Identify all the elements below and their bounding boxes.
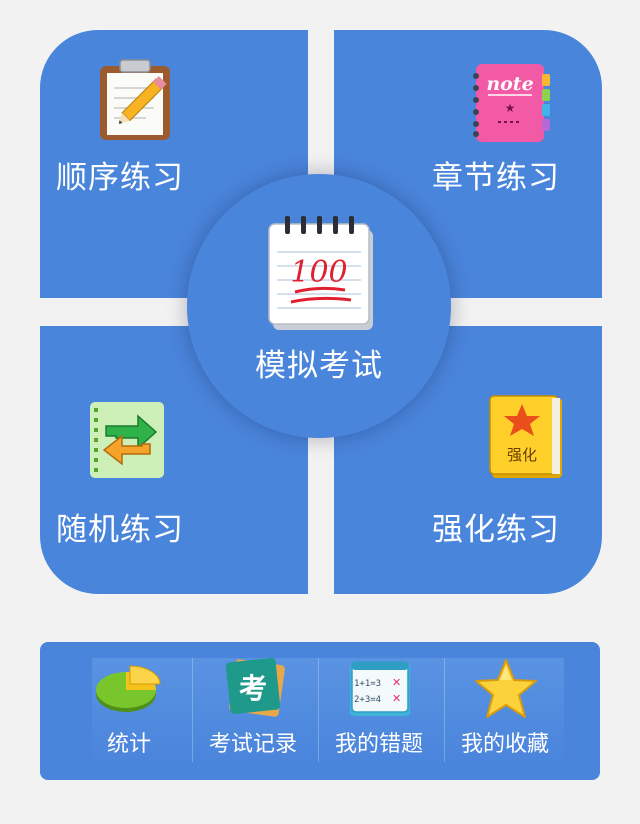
svg-text:★: ★: [505, 101, 516, 115]
svg-text:考: 考: [239, 672, 267, 705]
bottom-toolbar: 统计 考 考试记录 1+1=3 ✕ 2+3=4 ✕ 我的错题 我的收藏: [40, 642, 600, 780]
toolbar-label: 我的错题: [334, 732, 423, 757]
toolbar-label: 统计: [106, 732, 151, 757]
pie-chart-icon: [94, 664, 164, 720]
notebook-icon: note ★: [470, 62, 554, 148]
svg-text:✕: ✕: [392, 692, 401, 705]
svg-text:100: 100: [290, 255, 347, 290]
tile-label: 章节练习: [432, 160, 560, 196]
statistics-button[interactable]: 统计: [66, 642, 192, 762]
clipboard-pencil-icon: [96, 58, 176, 146]
svg-text:✕: ✕: [392, 676, 401, 689]
toolbar-label: 考试记录: [208, 732, 297, 757]
wrong-answers-icon: 1+1=3 ✕ 2+3=4 ✕: [348, 660, 412, 722]
toolbar-label: 我的收藏: [460, 732, 549, 757]
favorites-button[interactable]: 我的收藏: [442, 642, 568, 762]
wrong-answers-button[interactable]: 1+1=3 ✕ 2+3=4 ✕ 我的错题: [316, 642, 442, 762]
tile-label: 随机练习: [56, 512, 184, 548]
exam-records-button[interactable]: 考 考试记录: [190, 642, 316, 762]
mock-exam-button[interactable]: 100 模拟考试: [187, 174, 451, 438]
star-icon: [474, 658, 538, 724]
svg-text:note: note: [486, 73, 533, 95]
book-star-icon: 强化: [488, 394, 568, 484]
shuffle-arrows-icon: [88, 400, 168, 484]
tile-label: 顺序练习: [56, 160, 184, 196]
tile-label: 强化练习: [432, 512, 560, 548]
svg-text:1+1=3: 1+1=3: [354, 679, 381, 689]
center-label: 模拟考试: [255, 348, 383, 384]
notepad-100-icon: 100: [267, 214, 377, 336]
svg-text:强化: 强化: [507, 446, 537, 464]
svg-text:2+3=4: 2+3=4: [354, 695, 381, 705]
exam-card-icon: 考: [224, 656, 286, 722]
